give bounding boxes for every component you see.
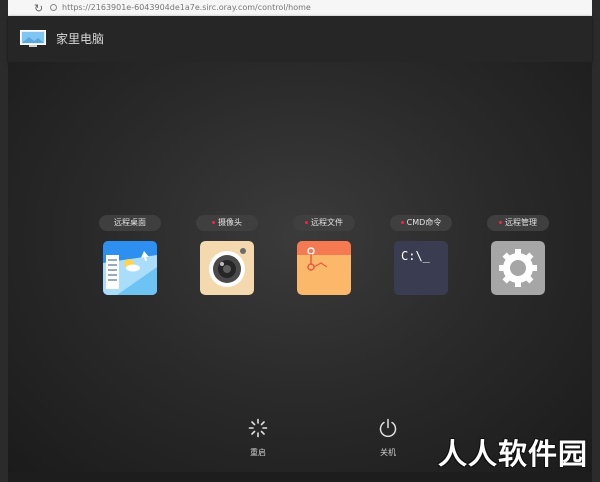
- cmd-prompt-text: C:\_: [401, 249, 430, 263]
- status-dot: [212, 221, 215, 224]
- watermark: 人人软件园: [438, 437, 589, 471]
- status-dot: [305, 221, 308, 224]
- info-icon[interactable]: [50, 4, 57, 11]
- shutdown-label: 关机: [380, 448, 396, 457]
- app-label: 摄像头: [218, 218, 242, 227]
- app-label-pill[interactable]: 远程文件: [293, 215, 355, 231]
- app-remote-manage[interactable]: 远程管理: [479, 215, 565, 297]
- power-icon: [379, 418, 397, 438]
- camera-icon[interactable]: [200, 241, 254, 295]
- app-remote-files[interactable]: 远程文件: [285, 215, 371, 297]
- address-bar[interactable]: ↻ https://2163901e-6043904de1a7e.sirc.or…: [8, 0, 592, 16]
- app-label-pill[interactable]: 远程管理: [487, 215, 549, 231]
- app-header: 家里电脑: [8, 16, 592, 62]
- app-cmd[interactable]: CMD命令 C:\_: [382, 215, 468, 297]
- restart-label: 重启: [250, 448, 266, 457]
- app-label-pill[interactable]: 摄像头: [196, 215, 258, 231]
- monitor-icon: [20, 30, 46, 47]
- app-label-pill[interactable]: CMD命令: [390, 215, 452, 231]
- page-title: 家里电脑: [56, 32, 105, 46]
- remote-files-icon[interactable]: [297, 241, 351, 295]
- url-text[interactable]: https://2163901e-6043904de1a7e.sirc.oray…: [62, 0, 311, 16]
- app-remote-desktop[interactable]: 远程桌面: [91, 215, 177, 297]
- app-label: 远程文件: [311, 218, 343, 227]
- app-label: 远程桌面: [114, 218, 146, 227]
- shutdown-button[interactable]: 关机: [368, 418, 408, 460]
- restart-button[interactable]: 重启: [238, 418, 278, 460]
- app-label: 远程管理: [505, 218, 537, 227]
- gear-icon[interactable]: [491, 241, 545, 295]
- desktop-area: 远程桌面 摄像头 远程文件 CMD命令 C:\_ 远程管理 重启 关机: [8, 62, 592, 472]
- status-dot: [400, 221, 404, 224]
- app-camera[interactable]: 摄像头: [188, 215, 274, 297]
- restart-spinner-icon: [248, 418, 268, 438]
- status-dot: [499, 221, 502, 224]
- remote-desktop-icon[interactable]: [103, 241, 157, 295]
- reload-icon[interactable]: ↻: [34, 1, 43, 17]
- app-label-pill[interactable]: 远程桌面: [99, 215, 161, 231]
- cmd-icon[interactable]: C:\_: [394, 241, 448, 295]
- app-label: CMD命令: [406, 218, 442, 227]
